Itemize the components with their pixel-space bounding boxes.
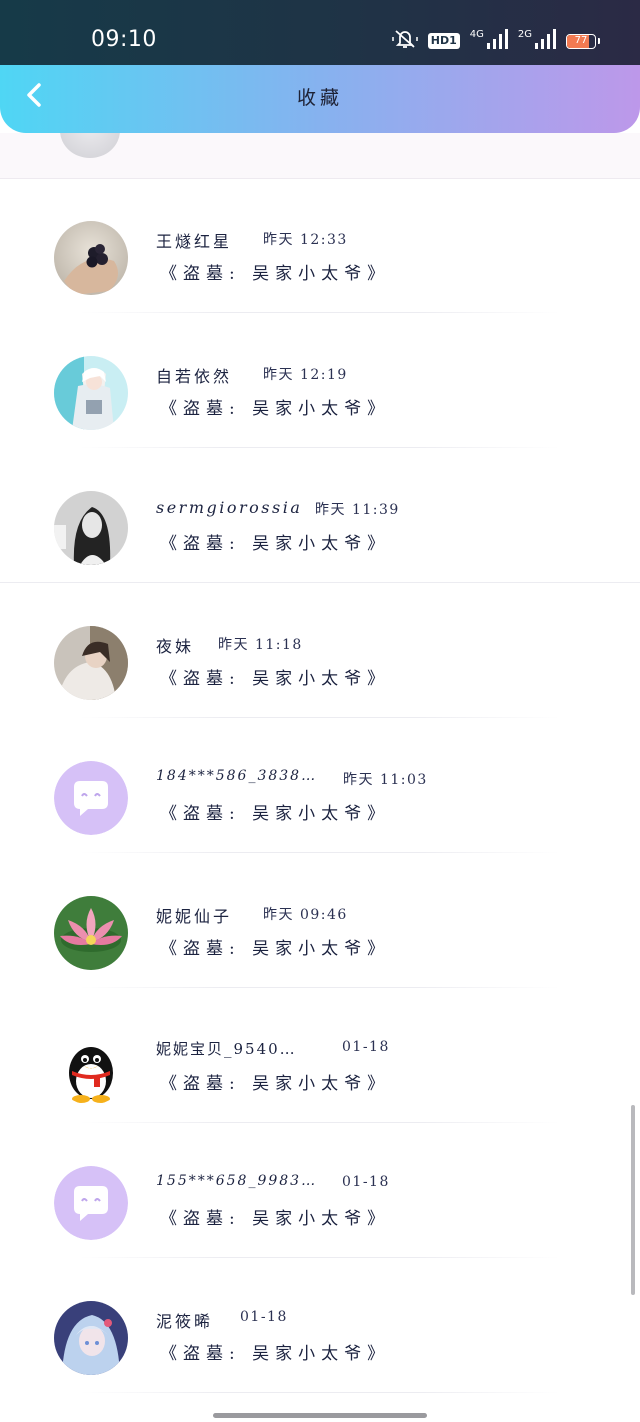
status-time: 09:10 bbox=[91, 27, 157, 52]
avatar[interactable] bbox=[54, 1301, 128, 1375]
item-novel-title: 《盗墓: 吴家小太爷》 bbox=[160, 1344, 391, 1364]
avatar[interactable] bbox=[54, 356, 128, 430]
avatar[interactable] bbox=[54, 761, 128, 835]
item-username: 155***658_9983… bbox=[156, 1173, 318, 1189]
title-bar: 收藏 bbox=[0, 65, 640, 133]
item-time: 昨天 09:46 bbox=[263, 907, 348, 923]
battery-nub bbox=[598, 38, 600, 44]
avatar[interactable] bbox=[54, 626, 128, 700]
list-item[interactable]: sermgiorossia 昨天 11:39 《盗墓: 吴家小太爷》 bbox=[0, 448, 640, 583]
list-item[interactable]: 自若依然 昨天 12:19 《盗墓: 吴家小太爷》 bbox=[0, 313, 640, 448]
item-novel-title: 《盗墓: 吴家小太爷》 bbox=[160, 264, 391, 284]
home-indicator[interactable] bbox=[213, 1413, 427, 1418]
hd-icon: HD1 bbox=[427, 33, 460, 49]
item-username: 妮妮宝贝_9540… bbox=[156, 1040, 297, 1058]
item-username: 妮妮仙子 bbox=[156, 907, 233, 926]
signal-4g-icon bbox=[486, 29, 508, 53]
battery-icon: 77 bbox=[566, 33, 596, 49]
item-novel-title: 《盗墓: 吴家小太爷》 bbox=[160, 1074, 391, 1094]
mute-icon bbox=[392, 29, 418, 53]
list-item[interactable]: 王燧红星 昨天 12:33 《盗墓: 吴家小太爷》 bbox=[0, 178, 640, 313]
signal-2g-icon bbox=[534, 29, 556, 53]
scrollbar[interactable] bbox=[631, 1105, 635, 1295]
list-item[interactable]: 妮妮宝贝_9540… 01-18 《盗墓: 吴家小太爷》 bbox=[0, 988, 640, 1123]
list-item[interactable]: 泥筱晞 01-18 《盗墓: 吴家小太爷》 bbox=[0, 1258, 640, 1393]
item-username: 184***586_3838… bbox=[156, 768, 318, 784]
item-novel-title: 《盗墓: 吴家小太爷》 bbox=[160, 669, 391, 689]
list-item[interactable]: 184***586_3838… 昨天 11:03 《盗墓: 吴家小太爷》 bbox=[0, 718, 640, 853]
item-time: 01-18 bbox=[342, 1174, 390, 1190]
list-partial-item bbox=[0, 133, 640, 179]
item-time: 昨天 11:39 bbox=[315, 502, 400, 518]
item-username: 泥筱晞 bbox=[156, 1312, 214, 1331]
item-time: 昨天 12:19 bbox=[263, 367, 348, 383]
item-time: 昨天 11:03 bbox=[343, 772, 428, 788]
item-novel-title: 《盗墓: 吴家小太爷》 bbox=[160, 1209, 391, 1229]
page-title: 收藏 bbox=[296, 87, 343, 109]
item-novel-title: 《盗墓: 吴家小太爷》 bbox=[160, 939, 391, 959]
avatar[interactable] bbox=[54, 896, 128, 970]
avatar[interactable] bbox=[54, 491, 128, 565]
avatar[interactable] bbox=[54, 1166, 128, 1240]
item-username: sermgiorossia bbox=[156, 498, 303, 517]
item-novel-title: 《盗墓: 吴家小太爷》 bbox=[160, 399, 391, 419]
partial-avatar bbox=[60, 133, 120, 158]
item-time: 昨天 12:33 bbox=[263, 232, 348, 248]
item-time: 01-18 bbox=[240, 1309, 288, 1325]
list-item[interactable]: 夜妹 昨天 11:18 《盗墓: 吴家小太爷》 bbox=[0, 583, 640, 718]
avatar[interactable] bbox=[54, 1031, 128, 1105]
item-username: 自若依然 bbox=[156, 367, 233, 386]
network-4g-label: 4G bbox=[469, 29, 484, 40]
favorites-list[interactable]: 王燧红星 昨天 12:33 《盗墓: 吴家小太爷》 自若依然 昨天 12:19 … bbox=[0, 133, 640, 1402]
list-item[interactable]: 妮妮仙子 昨天 09:46 《盗墓: 吴家小太爷》 bbox=[0, 853, 640, 988]
item-username: 夜妹 bbox=[156, 637, 195, 656]
status-icons: HD1 4G 2G 77 bbox=[392, 29, 600, 53]
item-time: 01-18 bbox=[342, 1039, 390, 1055]
item-novel-title: 《盗墓: 吴家小太爷》 bbox=[160, 534, 391, 554]
battery-level: 77 bbox=[574, 34, 588, 46]
item-novel-title: 《盗墓: 吴家小太爷》 bbox=[160, 804, 391, 824]
item-username: 王燧红星 bbox=[156, 232, 233, 251]
divider bbox=[80, 1392, 560, 1393]
list-item[interactable]: 155***658_9983… 01-18 《盗墓: 吴家小太爷》 bbox=[0, 1123, 640, 1258]
network-2g-label: 2G bbox=[517, 29, 532, 40]
avatar[interactable] bbox=[54, 221, 128, 295]
item-time: 昨天 11:18 bbox=[218, 637, 303, 653]
